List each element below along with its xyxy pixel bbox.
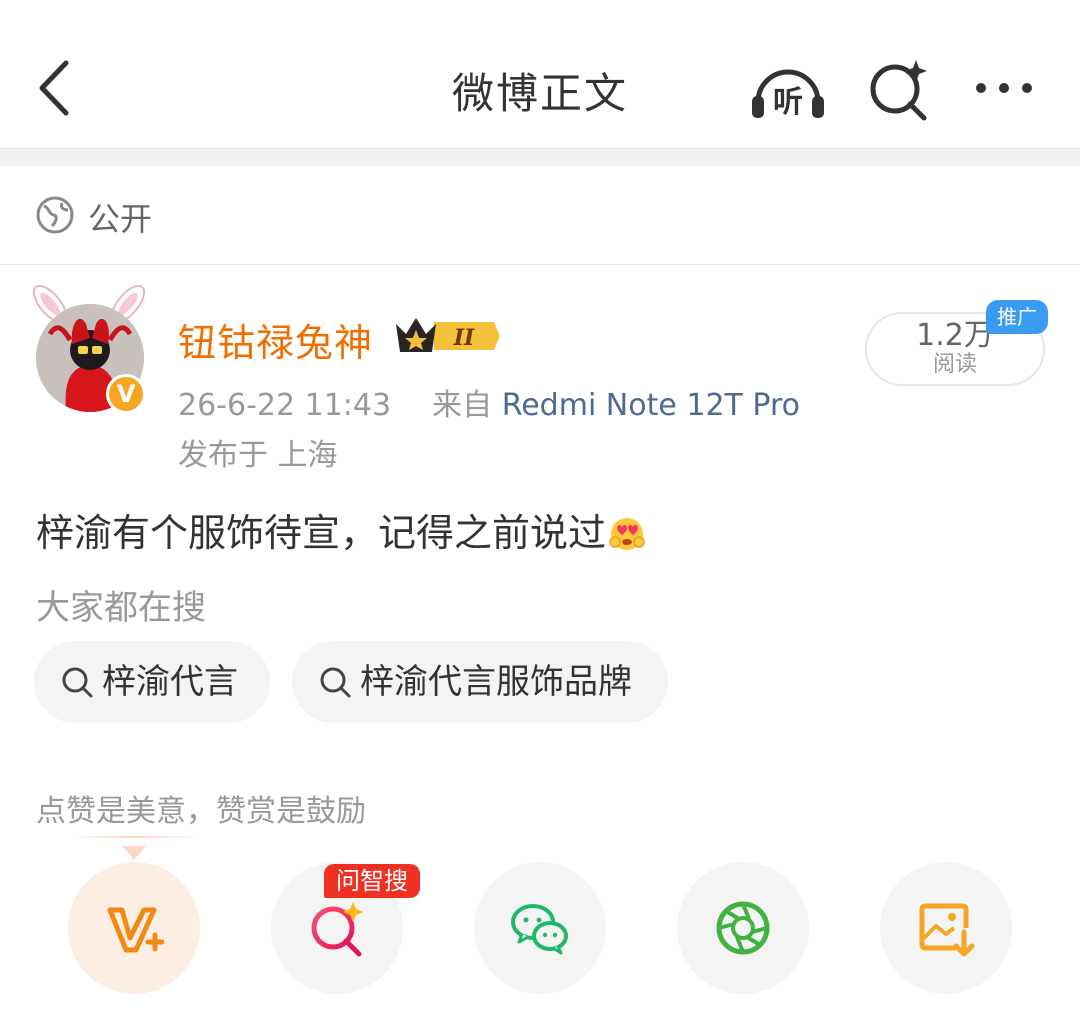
share-wechat-button[interactable] bbox=[474, 862, 606, 994]
promotion-tag: 推广 bbox=[986, 300, 1048, 334]
moments-icon bbox=[716, 901, 770, 955]
ask-ai-badge: 问智搜 bbox=[324, 864, 420, 898]
post-location: 发布于 上海 bbox=[178, 438, 338, 473]
member-crown-badge[interactable]: II bbox=[394, 314, 502, 358]
share-moments-button[interactable] bbox=[677, 862, 809, 994]
praise-underline bbox=[70, 836, 200, 838]
author-name[interactable]: 钮钴禄兔神 bbox=[178, 312, 373, 367]
ai-search-icon[interactable] bbox=[866, 56, 932, 122]
pointer-triangle bbox=[122, 846, 146, 860]
post-text: 梓渝有个服饰待宣，记得之前说过 bbox=[36, 502, 646, 557]
more-icon[interactable] bbox=[972, 70, 1038, 110]
verified-badge: V bbox=[106, 374, 146, 414]
section-divider bbox=[0, 148, 1080, 166]
read-label: 阅读 bbox=[932, 352, 977, 377]
search-icon bbox=[62, 667, 93, 698]
from-label: 来自 bbox=[432, 388, 493, 423]
trending-search-label: 大家都在搜 bbox=[36, 588, 206, 628]
search-chip[interactable]: 梓渝代言服饰品牌 bbox=[292, 641, 668, 723]
search-chip-label: 梓渝代言 bbox=[102, 662, 238, 702]
svg-text:II: II bbox=[453, 325, 475, 351]
save-image-icon bbox=[919, 903, 975, 957]
reward-button[interactable] bbox=[68, 862, 200, 994]
praise-text: 点赞是美意，赞赏是鼓励 bbox=[36, 794, 366, 829]
visibility-row: 公开 bbox=[0, 166, 1080, 265]
post-meta: 26-6-22 11:43 来自 Redmi Note 12T Pro bbox=[178, 380, 800, 424]
listen-icon[interactable]: 听 bbox=[748, 56, 828, 122]
visibility-label: 公开 bbox=[88, 200, 153, 238]
save-image-button[interactable] bbox=[880, 862, 1012, 994]
device-link[interactable]: Redmi Note 12T Pro bbox=[502, 388, 800, 423]
ai-search-icon bbox=[311, 902, 363, 957]
search-chip[interactable]: 梓渝代言 bbox=[34, 641, 270, 723]
search-icon bbox=[320, 667, 351, 698]
reward-icon bbox=[107, 907, 164, 953]
post-text-body: 梓渝有个服饰待宣，记得之前说过 bbox=[36, 511, 607, 555]
top-bar: 微博正文 听 bbox=[0, 0, 1080, 148]
heart-eyes-emoji-icon bbox=[609, 518, 645, 550]
globe-icon bbox=[36, 196, 74, 234]
wechat-icon bbox=[511, 904, 568, 955]
post-time: 26-6-22 11:43 bbox=[178, 388, 392, 423]
svg-text:听: 听 bbox=[773, 85, 803, 120]
search-chip-label: 梓渝代言服饰品牌 bbox=[360, 662, 632, 702]
